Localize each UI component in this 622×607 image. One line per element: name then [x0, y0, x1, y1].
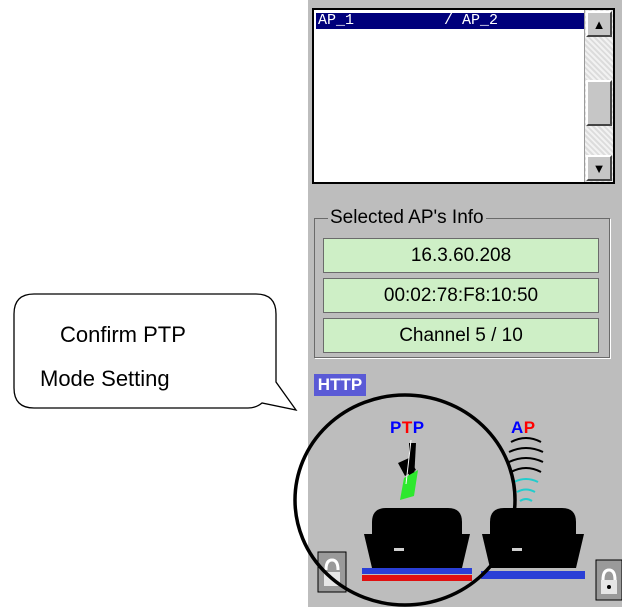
ptp-device-icon	[362, 508, 472, 581]
lock-icon-right	[595, 559, 622, 601]
callout-text-line2: Mode Setting	[40, 366, 170, 391]
mode-graphics	[293, 393, 622, 607]
ap-device-icon	[481, 508, 585, 579]
callout-text-line1: Confirm PTP	[60, 322, 186, 347]
ptp-link-icon	[398, 439, 418, 500]
